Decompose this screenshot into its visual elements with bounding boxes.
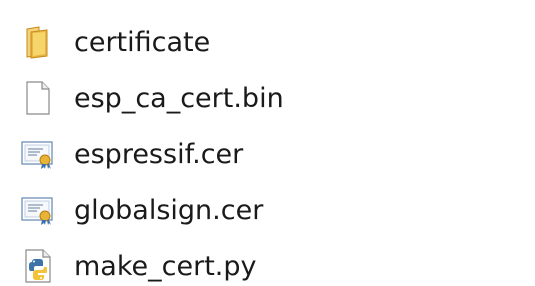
certificate-icon bbox=[20, 192, 56, 228]
file-name: esp_ca_cert.bin bbox=[74, 82, 284, 114]
file-name: globalsign.cer bbox=[74, 194, 264, 226]
certificate-icon bbox=[20, 136, 56, 172]
file-item-globalsign-cer[interactable]: globalsign.cer bbox=[20, 182, 520, 238]
file-item-espressif-cer[interactable]: espressif.cer bbox=[20, 126, 520, 182]
file-item-esp-ca-cert-bin[interactable]: esp_ca_cert.bin bbox=[20, 70, 520, 126]
file-name: espressif.cer bbox=[74, 138, 244, 170]
blank-file-icon bbox=[20, 80, 56, 116]
folder-icon bbox=[20, 24, 56, 60]
file-name: make_cert.py bbox=[74, 250, 257, 282]
file-item-certificate[interactable]: certificate bbox=[20, 14, 520, 70]
file-list: certificate esp_ca_cert.bin espressif.ce bbox=[20, 14, 520, 286]
python-file-icon bbox=[20, 248, 56, 284]
file-item-make-cert-py[interactable]: make_cert.py bbox=[20, 238, 520, 286]
file-name: certificate bbox=[74, 26, 211, 58]
